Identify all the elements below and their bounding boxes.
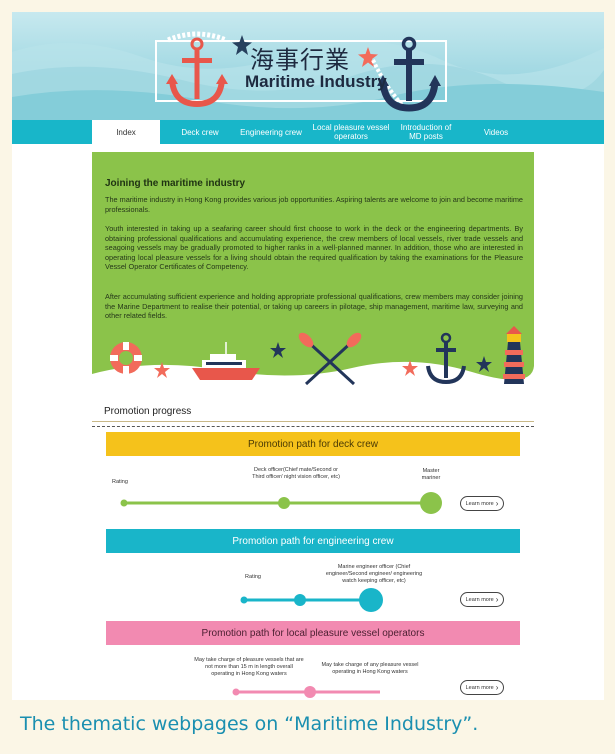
- promotion-heading: Promotion progress: [104, 406, 192, 417]
- nav-item-videos[interactable]: Videos: [468, 120, 524, 144]
- chevron-right-icon: ›: [495, 499, 499, 508]
- engineering-progress-line: [240, 588, 383, 612]
- nav-item-introduction-md-posts[interactable]: Introduction of MD posts: [396, 120, 456, 144]
- nav-item-deck-crew[interactable]: Deck crew: [172, 120, 228, 144]
- deck-learn-more-button[interactable]: Learn more ›: [460, 496, 504, 511]
- deck-progress-line: [120, 492, 442, 514]
- intro-illustration: [92, 326, 534, 394]
- navy-star-small-icon: [476, 356, 492, 372]
- lighthouse-icon: [503, 326, 525, 384]
- intro-heading: Joining the maritime industry: [105, 178, 246, 189]
- engineering-path-title: Promotion path for engineering crew: [106, 529, 520, 553]
- engineering-stage-rating: Rating: [245, 574, 261, 580]
- promotion-divider: [92, 421, 534, 422]
- deck-stage-officer: Deck officer(Chief mate/Second or Third …: [252, 467, 340, 480]
- deck-stage-rating: Rating: [112, 479, 128, 485]
- site-title-chinese: 海事行業: [250, 46, 350, 74]
- promotion-dashed-divider: [92, 426, 534, 427]
- local-progress-line: [232, 686, 380, 698]
- intro-paragraph-1: The maritime industry in Hong Kong provi…: [105, 195, 523, 214]
- red-anchor-icon: [166, 31, 228, 108]
- chevron-right-icon: ›: [495, 683, 499, 692]
- deck-stage-master: Master mariner: [421, 468, 441, 481]
- header-banner: 海事行業 Maritime Industry: [12, 12, 604, 120]
- intro-paragraph-2: Youth interested in taking up a seafarin…: [105, 224, 523, 272]
- learn-more-label: Learn more: [465, 596, 494, 603]
- page-frame: 海事行業 Maritime Industry Index Deck crew E…: [12, 12, 604, 700]
- nav-item-local-pleasure-vessel-operators[interactable]: Local pleasure vessel operators: [310, 120, 392, 144]
- learn-more-label: Learn more: [465, 500, 494, 507]
- nav-item-index[interactable]: Index: [92, 120, 160, 144]
- local-stage-15m: May take charge of pleasure vessels that…: [194, 657, 304, 677]
- blue-star-small-icon: [270, 342, 286, 358]
- deck-path-title: Promotion path for deck crew: [106, 432, 520, 456]
- local-learn-more-button[interactable]: Learn more ›: [460, 680, 504, 695]
- nav-item-engineering-crew[interactable]: Engineering crew: [234, 120, 308, 144]
- local-operators-path-title: Promotion path for local pleasure vessel…: [106, 621, 520, 645]
- chevron-right-icon: ›: [495, 595, 499, 604]
- life-ring-icon: [110, 342, 142, 374]
- figure-caption: The thematic webpages on “Maritime Indus…: [20, 713, 479, 735]
- intro-panel: Joining the maritime industry The mariti…: [92, 152, 534, 394]
- intro-paragraph-3: After accumulating sufficient experience…: [105, 292, 523, 321]
- learn-more-label: Learn more: [465, 684, 494, 691]
- site-title-english: Maritime Industry: [245, 72, 387, 91]
- main-nav: Index Deck crew Engineering crew Local p…: [12, 120, 604, 144]
- ferry-icon: [192, 342, 260, 380]
- local-stage-any: May take charge of any pleasure vessel o…: [321, 662, 419, 675]
- engineering-learn-more-button[interactable]: Learn more ›: [460, 592, 504, 607]
- engineering-stage-officer: Marine engineer officer (Chief engineer/…: [325, 564, 423, 584]
